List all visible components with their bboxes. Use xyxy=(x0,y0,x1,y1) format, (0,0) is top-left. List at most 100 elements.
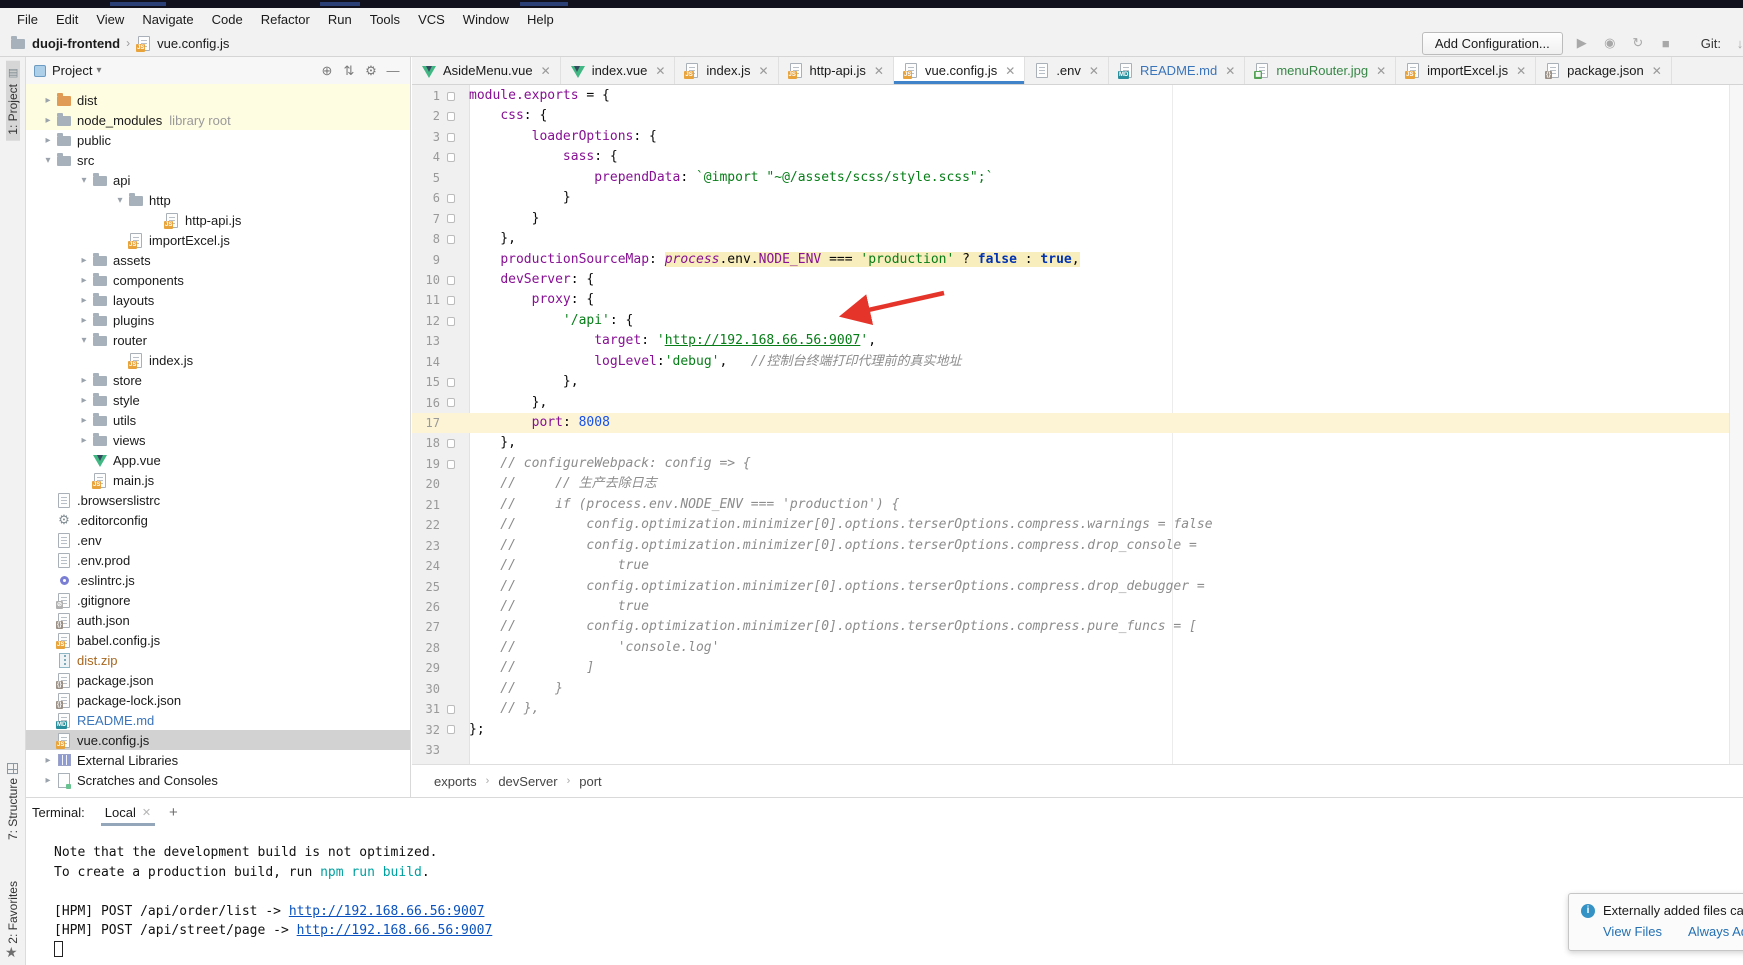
tab-menurouter-jpg[interactable]: ▦menuRouter.jpg✕ xyxy=(1245,57,1396,84)
tree-item-node-modules[interactable]: ▸node_moduleslibrary root xyxy=(26,110,410,130)
tree-item-main-js[interactable]: JSmain.js xyxy=(26,470,410,490)
git-widget-label[interactable]: Git: xyxy=(1701,36,1721,51)
code-line-7[interactable]: 7 } xyxy=(412,209,1729,229)
fold-marker-icon[interactable] xyxy=(440,106,462,126)
chevron-right-icon[interactable]: ▸ xyxy=(40,135,56,146)
code-line-2[interactable]: 2 css: { xyxy=(412,106,1729,126)
view-files-link[interactable]: View Files xyxy=(1603,924,1662,939)
fold-marker-icon[interactable] xyxy=(440,454,462,474)
code-line-10[interactable]: 10 devServer: { xyxy=(412,270,1729,290)
tree-item-auth-json[interactable]: {}auth.json xyxy=(26,610,410,630)
tree-item--env-prod[interactable]: .env.prod xyxy=(26,550,410,570)
tree-item-http[interactable]: ▾http xyxy=(26,190,410,210)
code-line-33[interactable]: 33 xyxy=(412,740,1729,760)
chevron-down-icon[interactable]: ▾ xyxy=(112,195,128,206)
tree-item-dist[interactable]: ▸dist xyxy=(26,90,410,110)
stop-icon[interactable]: ■ xyxy=(1657,36,1675,51)
tree-item-package-lock-json[interactable]: {}package-lock.json xyxy=(26,690,410,710)
run-icon[interactable]: ▶ xyxy=(1573,35,1591,51)
update-project-icon[interactable]: ↻ xyxy=(1629,35,1647,51)
chevron-right-icon[interactable]: ▸ xyxy=(40,115,56,126)
menu-item-file[interactable]: File xyxy=(8,11,47,28)
close-icon[interactable]: ✕ xyxy=(541,64,551,78)
always-add-link[interactable]: Always Add xyxy=(1688,924,1743,939)
tree-item-http-api-js[interactable]: JShttp-api.js xyxy=(26,210,410,230)
close-icon[interactable]: ✕ xyxy=(655,64,665,78)
close-icon[interactable]: ✕ xyxy=(1516,64,1526,78)
tree-item-style[interactable]: ▸style xyxy=(26,390,410,410)
menu-item-view[interactable]: View xyxy=(87,11,133,28)
tree-item-components[interactable]: ▸components xyxy=(26,270,410,290)
new-terminal-session-icon[interactable]: + xyxy=(169,804,178,821)
code-line-29[interactable]: 29 // ] xyxy=(412,658,1729,678)
code-line-11[interactable]: 11 proxy: { xyxy=(412,290,1729,310)
settings-gear-icon[interactable]: ⚙ xyxy=(360,63,382,79)
tree-item--eslintrc-js[interactable]: .eslintrc.js xyxy=(26,570,410,590)
sidebar-item-structure[interactable]: 7: Structure xyxy=(6,757,20,846)
menu-item-edit[interactable]: Edit xyxy=(47,11,87,28)
tree-item-api[interactable]: ▾api xyxy=(26,170,410,190)
tree-item-utils[interactable]: ▸utils xyxy=(26,410,410,430)
project-panel-title[interactable]: Project xyxy=(52,63,92,78)
menu-item-navigate[interactable]: Navigate xyxy=(133,11,202,28)
chevron-right-icon[interactable]: ▸ xyxy=(76,415,92,426)
terminal-link[interactable]: http://192.168.66.56:9007 xyxy=(289,904,485,919)
code-line-6[interactable]: 6 } xyxy=(412,188,1729,208)
chevron-right-icon[interactable]: ▸ xyxy=(76,435,92,446)
tree-item-src[interactable]: ▾src xyxy=(26,150,410,170)
debug-icon[interactable]: ◉ xyxy=(1601,35,1619,51)
fold-marker-icon[interactable] xyxy=(440,229,462,249)
chevron-right-icon[interactable]: ▸ xyxy=(76,375,92,386)
breadcrumb-port[interactable]: port xyxy=(579,774,601,789)
tab-vue-config-js[interactable]: JSvue.config.js✕ xyxy=(894,57,1025,84)
code-line-18[interactable]: 18 }, xyxy=(412,433,1729,453)
chevron-down-icon[interactable]: ▾ xyxy=(76,175,92,186)
tree-item--editorconfig[interactable]: ⚙.editorconfig xyxy=(26,510,410,530)
terminal-output[interactable]: Note that the development build is not o… xyxy=(26,826,1743,960)
code-line-12[interactable]: 12 '/api': { xyxy=(412,311,1729,331)
fold-marker-icon[interactable] xyxy=(440,720,462,740)
fold-marker-icon[interactable] xyxy=(440,209,462,229)
close-icon[interactable]: ✕ xyxy=(1225,64,1235,78)
tab-importexcel-js[interactable]: JSimportExcel.js✕ xyxy=(1396,57,1536,84)
code-line-30[interactable]: 30 // } xyxy=(412,679,1729,699)
close-icon[interactable]: ✕ xyxy=(1652,64,1662,78)
tab-index-vue[interactable]: index.vue✕ xyxy=(561,57,676,84)
git-update-icon[interactable]: ↓ xyxy=(1731,36,1743,51)
chevron-right-icon[interactable]: ▸ xyxy=(76,275,92,286)
code-line-20[interactable]: 20 // // 生产去除日志 xyxy=(412,474,1729,494)
chevron-right-icon[interactable]: ▸ xyxy=(40,95,56,106)
chevron-right-icon[interactable]: ▸ xyxy=(76,255,92,266)
code-line-17[interactable]: 17 port: 8008 xyxy=(412,413,1729,433)
fold-marker-icon[interactable] xyxy=(440,270,462,290)
close-icon[interactable]: ✕ xyxy=(874,64,884,78)
menu-item-refactor[interactable]: Refactor xyxy=(252,11,319,28)
menu-item-help[interactable]: Help xyxy=(518,11,563,28)
tree-item-assets[interactable]: ▸assets xyxy=(26,250,410,270)
code-line-9[interactable]: 9 productionSourceMap: process.env.NODE_… xyxy=(412,250,1729,270)
tab-index-js[interactable]: JSindex.js✕ xyxy=(675,57,778,84)
fold-marker-icon[interactable] xyxy=(440,127,462,147)
tree-item-external-libraries[interactable]: ▸External Libraries xyxy=(26,750,410,770)
tree-item-importexcel-js[interactable]: JSimportExcel.js xyxy=(26,230,410,250)
fold-marker-icon[interactable] xyxy=(440,433,462,453)
add-configuration-button[interactable]: Add Configuration... xyxy=(1422,32,1563,55)
chevron-down-icon[interactable]: ▾ xyxy=(40,155,56,166)
code-line-32[interactable]: 32}; xyxy=(412,720,1729,740)
fold-marker-icon[interactable] xyxy=(440,290,462,310)
menu-item-code[interactable]: Code xyxy=(203,11,252,28)
close-icon[interactable]: ✕ xyxy=(1005,64,1015,78)
menu-item-tools[interactable]: Tools xyxy=(361,11,409,28)
code-editor[interactable]: 1module.exports = {2 css: {3 loaderOptio… xyxy=(412,85,1743,764)
breadcrumb-project[interactable]: duoji-frontend xyxy=(32,36,120,51)
tree-item--gitignore[interactable]: ⊘.gitignore xyxy=(26,590,410,610)
tree-item-plugins[interactable]: ▸plugins xyxy=(26,310,410,330)
fold-marker-icon[interactable] xyxy=(440,86,462,106)
tree-item-index-js[interactable]: JSindex.js xyxy=(26,350,410,370)
code-line-22[interactable]: 22 // config.optimization.minimizer[0].o… xyxy=(412,515,1729,535)
code-line-13[interactable]: 13 target: 'http://192.168.66.56:9007', xyxy=(412,331,1729,351)
fold-marker-icon[interactable] xyxy=(440,372,462,392)
favorites-star-icon[interactable]: ★ xyxy=(5,944,18,961)
close-icon[interactable]: ✕ xyxy=(1376,64,1386,78)
terminal-tab-local[interactable]: Local ✕ xyxy=(103,801,153,824)
